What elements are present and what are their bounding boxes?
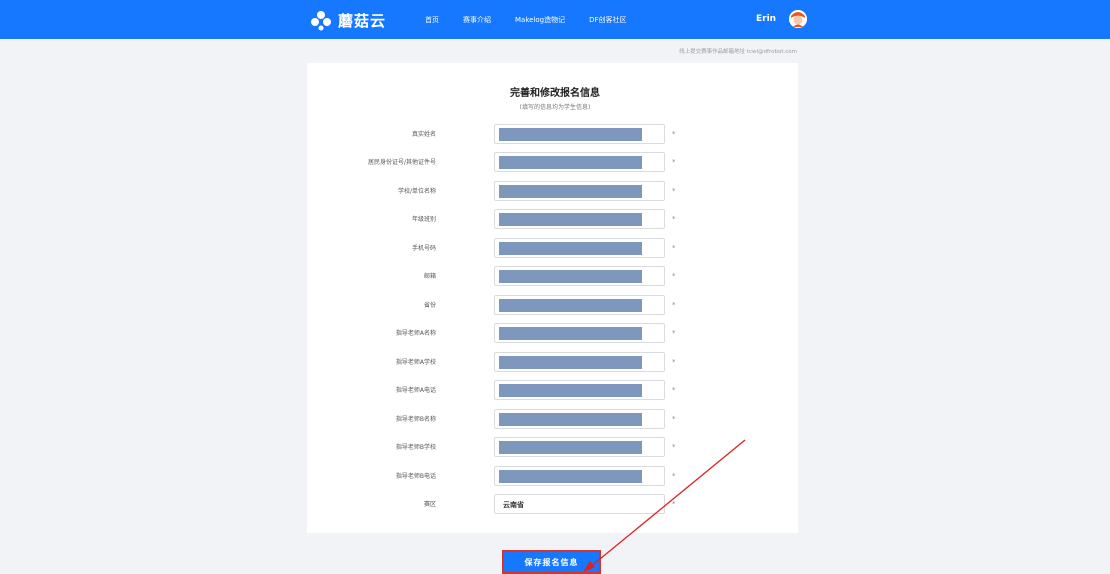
top-navigation-bar: 蘑菇云 首页 赛事介绍 Makelog造物记 DF创客社区 Erin	[0, 0, 1110, 39]
teacher-b-school-input[interactable]	[494, 437, 665, 457]
redacted-value	[499, 413, 642, 426]
region-select[interactable]: 云南省	[494, 494, 665, 514]
required-mark: *	[672, 244, 676, 252]
field-label: 省份	[423, 302, 436, 309]
form-row-teacher-a-name: 指导老师A名称 *	[360, 323, 690, 343]
form-title: 完善和修改报名信息	[510, 88, 600, 99]
required-mark: *	[672, 272, 676, 280]
redacted-value	[499, 270, 642, 283]
field-label: 指导老师A学校	[395, 359, 436, 366]
required-mark: *	[672, 443, 676, 451]
redacted-value	[499, 470, 642, 483]
redacted-value	[499, 156, 642, 169]
form-row-region: 赛区 云南省 *	[360, 494, 690, 514]
logo-text: 蘑菇云	[338, 11, 387, 30]
form-row-email: 邮箱 *	[360, 266, 690, 286]
required-mark: *	[672, 358, 676, 366]
logo[interactable]: 蘑菇云	[310, 9, 386, 31]
teacher-b-phone-input[interactable]	[494, 466, 665, 486]
teacher-a-phone-input[interactable]	[494, 380, 665, 400]
save-registration-button[interactable]: 保存报名信息	[502, 550, 601, 574]
province-input[interactable]	[494, 295, 665, 315]
form-row-teacher-a-phone: 指导老师A电话 *	[360, 380, 690, 400]
required-mark: *	[672, 329, 676, 337]
redacted-value	[499, 242, 642, 255]
id-number-input[interactable]	[494, 152, 665, 172]
avatar-icon	[789, 10, 807, 28]
redacted-value	[499, 299, 642, 312]
redacted-value	[499, 128, 642, 141]
form-row-school: 学校/单位名称 *	[360, 181, 690, 201]
form-row-teacher-a-school: 指导老师A学校 *	[360, 352, 690, 372]
redacted-value	[499, 441, 642, 454]
user-avatar[interactable]	[789, 10, 807, 28]
field-label: 邮箱	[423, 273, 436, 280]
form-row-real-name: 真实姓名 *	[360, 124, 690, 144]
redacted-value	[499, 327, 642, 340]
field-label: 年级班别	[411, 216, 436, 223]
grade-class-input[interactable]	[494, 209, 665, 229]
teacher-a-school-input[interactable]	[494, 352, 665, 372]
required-mark: *	[672, 500, 676, 508]
field-label: 学校/单位名称	[397, 188, 436, 195]
redacted-value	[499, 213, 642, 226]
required-mark: *	[672, 386, 676, 394]
required-mark: *	[672, 472, 676, 480]
field-label: 手机号码	[411, 245, 436, 252]
form-row-teacher-b-name: 指导老师B名称 *	[360, 409, 690, 429]
form-row-phone: 手机号码 *	[360, 238, 690, 258]
field-label: 居民身份证号/其他证件号	[367, 159, 436, 166]
user-name[interactable]: Erin	[756, 14, 776, 24]
form-subtitle: (填写的信息均为学生信息)	[519, 104, 591, 111]
real-name-input[interactable]	[494, 124, 665, 144]
redacted-value	[499, 356, 642, 369]
form-row-id-number: 居民身份证号/其他证件号 *	[360, 152, 690, 172]
redacted-value	[499, 185, 642, 198]
mushroom-logo-icon	[311, 11, 331, 31]
field-label: 指导老师B电话	[395, 473, 436, 480]
redacted-value	[499, 384, 642, 397]
required-mark: *	[672, 158, 676, 166]
field-label: 指导老师B名称	[395, 416, 436, 423]
form-row-teacher-b-school: 指导老师B学校 *	[360, 437, 690, 457]
required-mark: *	[672, 215, 676, 223]
main-nav: 首页 赛事介绍 Makelog造物记 DF创客社区	[425, 0, 651, 39]
form-row-teacher-b-phone: 指导老师B电话 *	[360, 466, 690, 486]
submission-email-notice: 线上提交赛事作品邮箱地址 tcwl@dfrobot.com	[679, 49, 797, 55]
form-row-province: 省份 *	[360, 295, 690, 315]
required-mark: *	[672, 301, 676, 309]
field-label: 赛区	[423, 501, 436, 508]
required-mark: *	[672, 187, 676, 195]
teacher-a-name-input[interactable]	[494, 323, 665, 343]
required-mark: *	[672, 130, 676, 138]
region-selected-value: 云南省	[503, 501, 524, 509]
school-input[interactable]	[494, 181, 665, 201]
phone-input[interactable]	[494, 238, 665, 258]
field-label: 真实姓名	[411, 131, 436, 138]
nav-df-community[interactable]: DF创客社区	[589, 15, 626, 25]
field-label: 指导老师A名称	[395, 330, 436, 337]
teacher-b-name-input[interactable]	[494, 409, 665, 429]
nav-competition-intro[interactable]: 赛事介绍	[463, 15, 491, 25]
form-row-grade-class: 年级班别 *	[360, 209, 690, 229]
email-input[interactable]	[494, 266, 665, 286]
field-label: 指导老师B学校	[395, 444, 436, 451]
field-label: 指导老师A电话	[395, 387, 436, 394]
nav-makelog[interactable]: Makelog造物记	[515, 15, 565, 25]
required-mark: *	[672, 415, 676, 423]
nav-home[interactable]: 首页	[425, 15, 439, 25]
